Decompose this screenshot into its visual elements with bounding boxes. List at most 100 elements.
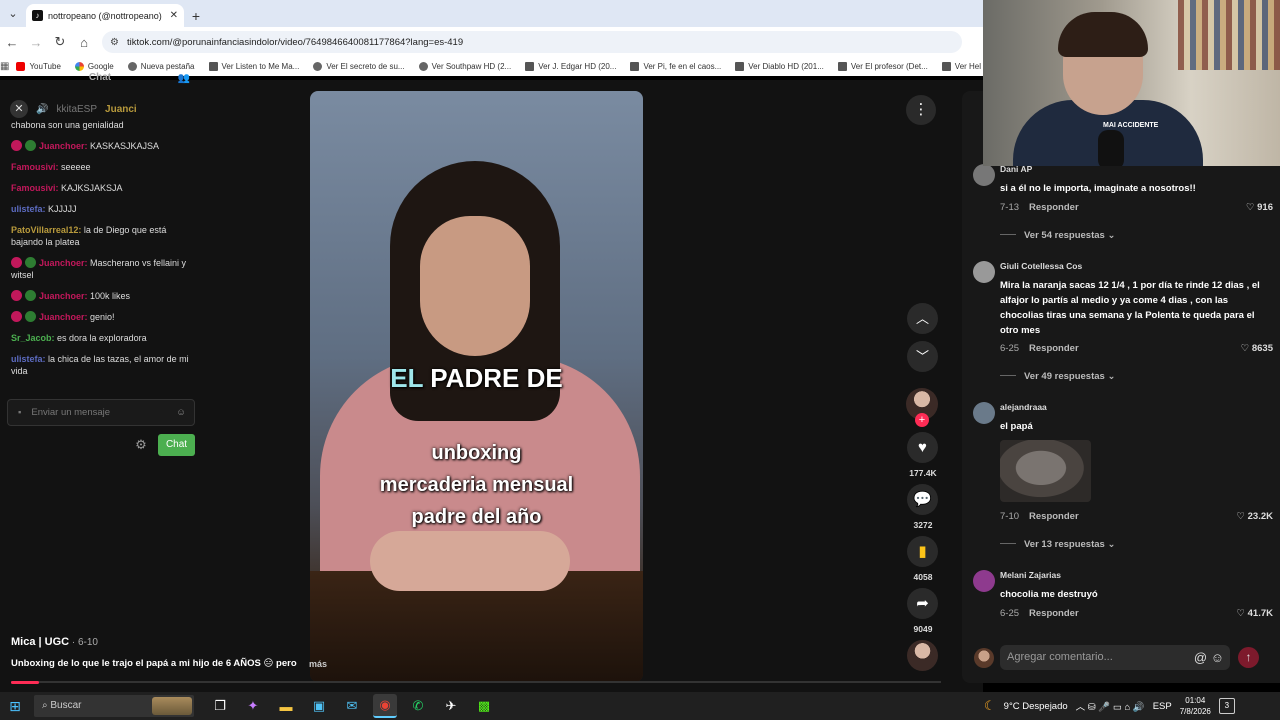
close-icon[interactable]: ✕ bbox=[10, 100, 28, 118]
chat-username[interactable]: Juanchoer: bbox=[39, 141, 88, 151]
rat-sticker-image[interactable] bbox=[1000, 440, 1091, 502]
chat-message-input[interactable]: ▪ Enviar un mensaje ☺ bbox=[7, 399, 195, 426]
mention-emoji-icons[interactable]: @ ☺ bbox=[1194, 645, 1224, 670]
view-replies-button[interactable]: Ver 54 respuestas ⌄ bbox=[1000, 230, 1115, 241]
close-tab-icon[interactable]: ✕ bbox=[170, 10, 178, 21]
file-explorer-icon[interactable]: ▬ bbox=[274, 694, 298, 718]
weather-text[interactable]: 9°C Despejado bbox=[1004, 701, 1068, 712]
more-options-icon[interactable]: ⋮ bbox=[906, 95, 936, 125]
heart-outline-icon: ♡ bbox=[1236, 511, 1248, 522]
chat-tab-1[interactable]: kkitaESP bbox=[56, 104, 97, 115]
chat-username[interactable]: Famousivi: bbox=[11, 183, 59, 193]
commenter-name[interactable]: Giuli Cotellessa Cos bbox=[1000, 261, 1082, 271]
webcam-overlay: MAI ACCIDENTE bbox=[983, 0, 1280, 166]
taskbar-search[interactable]: ⌕ Buscar bbox=[34, 695, 194, 717]
clock[interactable]: 01:04 7/8/2026 bbox=[1180, 695, 1211, 717]
like-heart-icon[interactable]: ♥ bbox=[907, 432, 938, 463]
reload-button[interactable]: ↻ bbox=[48, 34, 72, 50]
follow-plus-icon[interactable]: + bbox=[915, 413, 929, 427]
chat-username[interactable]: Juanchoer: bbox=[39, 258, 88, 268]
comment-input[interactable]: Agregar comentario... @ ☺ bbox=[1000, 645, 1230, 670]
forward-button[interactable]: → bbox=[24, 35, 48, 50]
commenter-avatar[interactable] bbox=[973, 261, 995, 283]
comment-like[interactable]: ♡ 8635 bbox=[1241, 343, 1273, 354]
chrome-icon[interactable]: ◉ bbox=[373, 694, 397, 718]
creator-avatar[interactable]: + bbox=[906, 388, 938, 427]
page-icon bbox=[735, 62, 745, 71]
chat-username[interactable]: ulistefa: bbox=[11, 204, 46, 214]
windows-start-icon[interactable]: ⊞ bbox=[0, 698, 30, 715]
url-field[interactable]: ⚙ tiktok.com/@porunainfanciasindolor/vid… bbox=[102, 31, 962, 53]
whatsapp-icon[interactable]: ✆ bbox=[406, 694, 430, 718]
comment-bubble-icon[interactable]: 💬 bbox=[907, 484, 938, 515]
apps-grid-icon[interactable]: ▦ bbox=[0, 61, 9, 72]
video-author[interactable]: Mica | UGC · 6-10 bbox=[11, 636, 98, 648]
chat-send-button[interactable]: Chat bbox=[158, 434, 195, 456]
notifications-icon[interactable]: 3 bbox=[1218, 698, 1235, 714]
view-replies-button[interactable]: Ver 49 respuestas ⌄ bbox=[1000, 371, 1115, 382]
emoji-icon[interactable]: ☺ bbox=[176, 407, 186, 418]
reply-button[interactable]: Responder bbox=[1029, 202, 1079, 213]
bookmark-item[interactable]: Google bbox=[68, 62, 121, 71]
bookmark-item[interactable]: Ver Hel bbox=[935, 62, 983, 71]
commenter-avatar[interactable] bbox=[973, 402, 995, 424]
comment-like[interactable]: ♡ 916 bbox=[1246, 202, 1273, 213]
bookmark-label: Ver Southpaw HD (2... bbox=[431, 62, 512, 71]
bookmark-item[interactable]: Ver J. Edgar HD (20... bbox=[518, 62, 623, 71]
bookmark-icon[interactable]: ▮ bbox=[907, 536, 938, 567]
bookmark-item[interactable]: Ver Southpaw HD (2... bbox=[412, 62, 519, 71]
clock-time: 01:04 bbox=[1185, 696, 1206, 705]
reply-button[interactable]: Responder bbox=[1029, 511, 1079, 522]
bookmark-item[interactable]: Ver El secreto de su... bbox=[306, 62, 411, 71]
new-tab-button[interactable]: + bbox=[184, 4, 208, 27]
music-disc-avatar[interactable] bbox=[907, 640, 938, 671]
chat-username[interactable]: Juanchoer: bbox=[39, 291, 88, 301]
reply-button[interactable]: Responder bbox=[1029, 343, 1079, 354]
view-replies-button[interactable]: Ver 13 respuestas ⌄ bbox=[1000, 539, 1115, 550]
bookmark-item[interactable]: YouTube bbox=[9, 62, 67, 71]
more-link[interactable]: más bbox=[309, 659, 327, 669]
commenter-name[interactable]: Melani Zajarias bbox=[1000, 570, 1061, 580]
post-comment-button[interactable]: ↑ bbox=[1238, 647, 1259, 668]
chat-username[interactable]: Sr_Jacob: bbox=[11, 333, 55, 343]
commenter-name[interactable]: alejandraaa bbox=[1000, 402, 1047, 412]
chat-tab-2[interactable]: Juanci bbox=[105, 104, 137, 115]
reply-button[interactable]: Responder bbox=[1029, 608, 1079, 619]
volume-icon[interactable]: 🔊 bbox=[36, 104, 48, 115]
tab-search-icon[interactable]: ⌄ bbox=[0, 0, 26, 27]
previous-video-button[interactable]: ︿ bbox=[907, 303, 938, 334]
commenter-avatar[interactable] bbox=[973, 164, 995, 186]
users-icon[interactable]: 👥 bbox=[178, 73, 190, 84]
video-progress-track[interactable] bbox=[11, 681, 941, 683]
chat-username[interactable]: PatoVillarreal12: bbox=[11, 225, 81, 235]
bookmark-item[interactable]: Nueva pestaña bbox=[121, 62, 202, 71]
comment-like[interactable]: ♡ 41.7K bbox=[1236, 608, 1273, 619]
store-icon[interactable]: ▣ bbox=[307, 694, 331, 718]
chat-username[interactable]: Juanchoer: bbox=[39, 312, 88, 322]
home-button[interactable]: ⌂ bbox=[72, 35, 96, 50]
commenter-avatar[interactable] bbox=[973, 570, 995, 592]
video-player[interactable]: EL PADRE DE unboxing mercaderia mensual … bbox=[310, 91, 643, 682]
outlook-icon[interactable]: ✉ bbox=[340, 694, 364, 718]
share-arrow-icon[interactable]: ➦ bbox=[907, 588, 938, 619]
task-view-icon[interactable]: ❐ bbox=[208, 694, 232, 718]
bookmark-item[interactable]: Ver Listen to Me Ma... bbox=[202, 62, 307, 71]
back-button[interactable]: ← bbox=[0, 35, 24, 50]
browser-tab[interactable]: ♪ nottropeano (@nottropeano) | ✕ bbox=[26, 4, 184, 27]
page-icon bbox=[630, 62, 640, 71]
chat-username[interactable]: Famousivi: bbox=[11, 162, 59, 172]
bookmark-item[interactable]: Ver Pi, fe en el caos... bbox=[623, 62, 728, 71]
next-video-button[interactable]: ﹀ bbox=[907, 341, 938, 372]
comment-like[interactable]: ♡ 23.2K bbox=[1236, 511, 1273, 522]
site-info-icon[interactable]: ⚙ bbox=[110, 37, 119, 48]
kick-icon[interactable]: ▩ bbox=[472, 694, 496, 718]
app-icon[interactable]: ✈ bbox=[439, 694, 463, 718]
language-indicator[interactable]: ESP bbox=[1153, 701, 1172, 712]
weather-icon[interactable]: ☾ bbox=[984, 698, 996, 714]
chat-settings-gear-icon[interactable]: ⚙ bbox=[133, 437, 149, 453]
bookmark-item[interactable]: Ver Diablo HD (201... bbox=[728, 62, 831, 71]
chat-username[interactable]: ulistefa: bbox=[11, 354, 46, 364]
copilot-icon[interactable]: ✦ bbox=[241, 694, 265, 718]
bookmark-item[interactable]: Ver El profesor (Det... bbox=[831, 62, 935, 71]
tray-icons[interactable]: ︿ ⛁ 🎤 ▭ ⌂ 🔊 bbox=[1076, 699, 1145, 713]
